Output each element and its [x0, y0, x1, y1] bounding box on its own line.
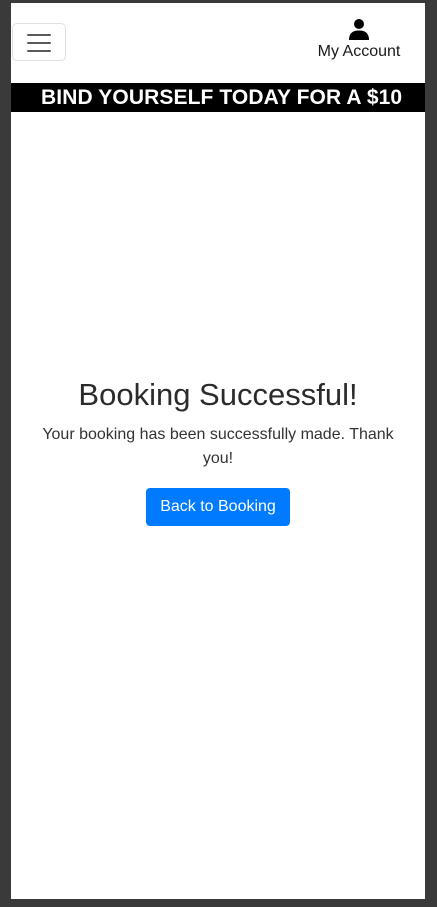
my-account-label: My Account: [317, 43, 401, 60]
hamburger-menu-button[interactable]: [12, 23, 66, 61]
hamburger-menu-icon: [27, 34, 51, 36]
app-frame: My Account BIND YOURSELF TODAY FOR A $10…: [11, 3, 425, 899]
top-navbar: My Account: [11, 3, 425, 83]
back-to-booking-button[interactable]: Back to Booking: [146, 488, 290, 526]
hamburger-menu-icon-line: [27, 42, 51, 44]
promo-ticker-text: BIND YOURSELF TODAY FOR A $10: [41, 86, 403, 109]
my-account-link[interactable]: My Account: [307, 17, 411, 67]
page-title: Booking Successful!: [78, 377, 358, 412]
hamburger-menu-icon-line: [27, 50, 51, 52]
success-message: Your booking has been successfully made.…: [42, 426, 394, 467]
user-icon: [349, 19, 369, 40]
booking-success-panel: Booking Successful! Your booking has bee…: [11, 373, 425, 526]
promo-ticker: BIND YOURSELF TODAY FOR A $10: [11, 83, 425, 112]
